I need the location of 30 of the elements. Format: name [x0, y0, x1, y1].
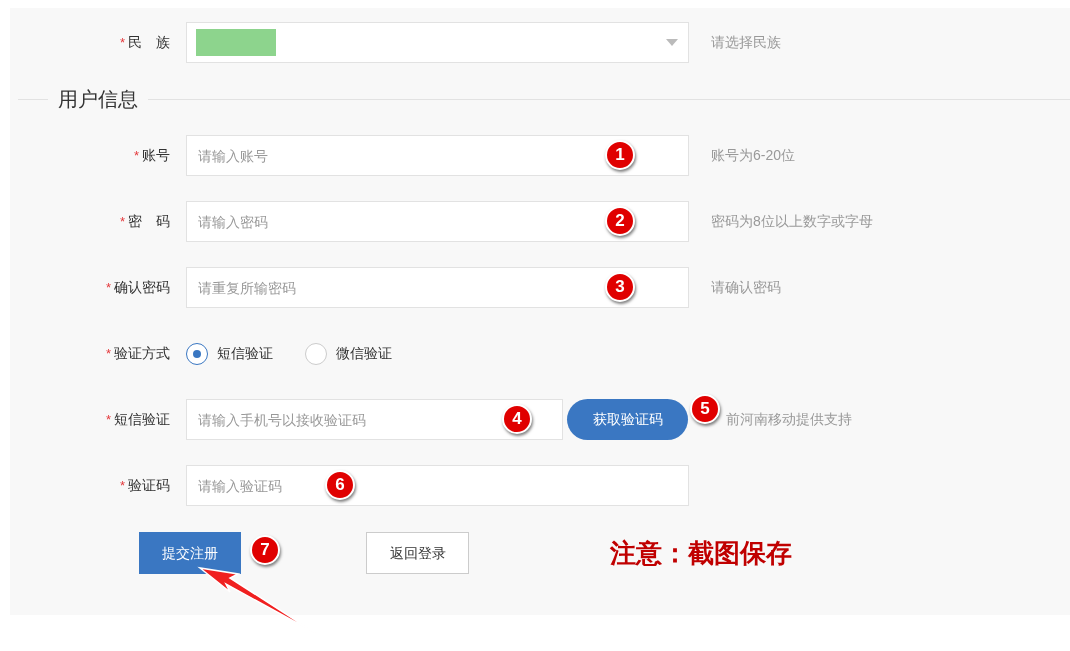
- notice-text: 注意：截图保存: [610, 536, 792, 570]
- radio-option[interactable]: 短信验证: [186, 342, 273, 365]
- required-asterisk: *: [119, 212, 125, 231]
- field-hint: 密码为8位以上数字或字母: [711, 212, 873, 231]
- required-asterisk: *: [133, 146, 139, 165]
- field-label: 确认密码: [114, 278, 170, 297]
- submit-button[interactable]: 提交注册: [139, 532, 241, 574]
- field-label: 密 码: [128, 212, 170, 231]
- field-label: 验证方式: [114, 344, 170, 363]
- number-badge: 7: [250, 535, 280, 565]
- required-asterisk: *: [105, 278, 111, 297]
- required-asterisk: *: [119, 476, 125, 495]
- field-hint: 前河南移动提供支持: [726, 410, 852, 429]
- field-label: 验证码: [128, 476, 170, 495]
- caret-icon: [666, 39, 678, 46]
- required-asterisk: *: [119, 33, 125, 52]
- ethnicity-select[interactable]: [186, 22, 689, 63]
- radio-option[interactable]: 微信验证: [305, 342, 392, 365]
- field-label: 民 族: [128, 33, 170, 52]
- number-badge: 5: [690, 394, 720, 424]
- back-to-login-button[interactable]: 返回登录: [366, 532, 469, 574]
- field-label: 账号: [142, 146, 170, 165]
- section-title: 用户信息: [57, 87, 139, 112]
- get-code-button[interactable]: 获取验证码: [567, 399, 688, 440]
- required-asterisk: *: [105, 344, 111, 363]
- field-hint: 请选择民族: [711, 33, 781, 52]
- field-hint: 请确认密码: [711, 278, 781, 297]
- required-asterisk: *: [105, 410, 111, 429]
- field-label: 短信验证: [114, 410, 170, 429]
- field-hint: 账号为6-20位: [711, 146, 796, 165]
